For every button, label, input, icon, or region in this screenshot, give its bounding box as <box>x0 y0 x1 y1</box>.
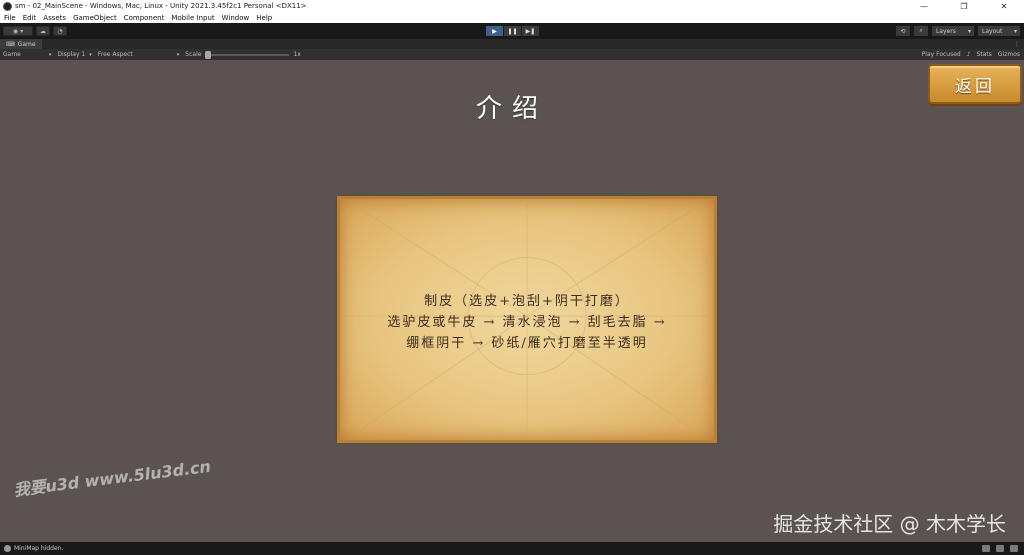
parchment-line: 制皮（选皮+泡刮+阴干打磨） <box>424 294 630 309</box>
status-bar: MiniMap hidden. <box>0 542 1024 555</box>
aspect-dropdown[interactable]: Free Aspect ▾ <box>95 49 183 60</box>
display-label: Display 1 <box>57 51 86 58</box>
scale-slider-knob[interactable] <box>205 50 212 59</box>
restore-button[interactable]: ❐ <box>944 0 984 12</box>
mute-audio-icon[interactable]: ♪ <box>967 51 971 58</box>
game-view-right-controls: Play Focused ♪ Stats Gizmos <box>916 51 1020 58</box>
progress-icon[interactable] <box>996 545 1004 552</box>
history-icon[interactable]: ⟲ <box>896 26 910 36</box>
parchment-line: 绷框阴干 → 砂纸/雁穴打磨至半透明 <box>406 336 648 351</box>
chevron-down-icon: ▾ <box>1013 27 1017 35</box>
info-icon <box>4 545 11 552</box>
search-icon[interactable]: ⌕ <box>914 26 928 36</box>
scale-value: 1x <box>293 51 301 58</box>
minimize-button[interactable]: — <box>904 0 944 12</box>
watermark-left: 我要u3d www.5lu3d.cn <box>12 456 212 500</box>
stats-toggle[interactable]: Stats <box>977 51 992 58</box>
main-toolbar: ◉ ▾ ☁ ◔ ▶ ❚❚ ▶❚ ⟲ ⌕ Layers ▾ Layout ▾ <box>0 23 1024 39</box>
scale-label: Scale <box>185 51 202 58</box>
chevron-down-icon: ▾ <box>48 51 52 58</box>
play-focused-dropdown[interactable]: Play Focused <box>922 51 961 58</box>
notifications-icon[interactable] <box>1010 545 1018 552</box>
menu-bar: File Edit Assets GameObject Component Mo… <box>0 12 1024 23</box>
play-controls: ▶ ❚❚ ▶❚ <box>486 26 540 36</box>
aspect-label: Free Aspect <box>97 51 133 58</box>
layout-dropdown[interactable]: Layout ▾ <box>978 26 1020 36</box>
parchment-text: 制皮（选皮+泡刮+阴干打磨） 选驴皮或牛皮 → 清水浸泡 → 刮毛去脂 → 绷框… <box>340 291 714 354</box>
scale-slider[interactable] <box>205 50 290 59</box>
account-button[interactable]: ◉ ▾ <box>3 26 33 36</box>
display-dropdown[interactable]: Display 1 ▾ <box>54 49 94 60</box>
menu-component[interactable]: Component <box>124 14 165 22</box>
menu-assets[interactable]: Assets <box>43 14 66 22</box>
menu-help[interactable]: Help <box>256 14 272 22</box>
step-button[interactable]: ▶❚ <box>522 26 539 36</box>
play-button[interactable]: ▶ <box>486 26 503 36</box>
collab-icon[interactable]: ◔ <box>53 26 67 36</box>
window-title: sm - 02_MainScene - Windows, Mac, Linux … <box>15 2 307 10</box>
watermark-right: 掘金技术社区 @ 木木学长 <box>773 512 1006 536</box>
chevron-down-icon: ▾ <box>967 27 971 35</box>
menu-window[interactable]: Window <box>222 14 250 22</box>
status-icons <box>976 545 1018 552</box>
console-icon[interactable] <box>982 545 990 552</box>
tab-bar: ⌨ Game ⋮ <box>0 39 1024 49</box>
layers-label: Layers <box>936 27 956 35</box>
game-view-controls: Game ▾ Display 1 ▾ Free Aspect ▾ Scale 1x P… <box>0 49 1024 60</box>
layers-dropdown[interactable]: Layers ▾ <box>932 26 974 36</box>
menu-gameobject[interactable]: GameObject <box>73 14 117 22</box>
game-mode-label: Game <box>3 51 21 58</box>
unity-logo-icon <box>3 1 12 11</box>
gizmos-toggle[interactable]: Gizmos <box>998 51 1020 58</box>
more-options-icon[interactable]: ⋮ <box>1014 41 1020 48</box>
close-button[interactable]: ✕ <box>984 0 1024 12</box>
parchment-line: 选驴皮或牛皮 → 清水浸泡 → 刮毛去脂 → <box>387 315 667 330</box>
toolbar-right: ⟲ ⌕ Layers ▾ Layout ▾ <box>892 26 1020 36</box>
title-bar: sm - 02_MainScene - Windows, Mac, Linux … <box>0 0 1024 12</box>
cloud-icon[interactable]: ☁ <box>36 26 50 36</box>
scale-control: Scale 1x <box>182 49 304 60</box>
unity-editor-window: sm - 02_MainScene - Windows, Mac, Linux … <box>0 0 1024 555</box>
tab-game[interactable]: ⌨ Game <box>0 39 42 49</box>
scene-title: 介绍 <box>475 94 548 124</box>
tab-game-label: Game <box>17 40 36 48</box>
chevron-down-icon: ▾ <box>176 51 180 58</box>
chevron-down-icon: ▾ <box>89 51 92 58</box>
menu-mobile-input[interactable]: Mobile Input <box>171 14 214 22</box>
parchment-panel: 制皮（选皮+泡刮+阴干打磨） 选驴皮或牛皮 → 清水浸泡 → 刮毛去脂 → 绷框… <box>337 196 717 443</box>
back-button[interactable]: 返回 <box>928 64 1022 104</box>
layout-label: Layout <box>982 27 1003 35</box>
pause-button[interactable]: ❚❚ <box>504 26 521 36</box>
menu-file[interactable]: File <box>4 14 16 22</box>
game-viewport: 介绍 返回 制皮（选皮+泡刮+阴干打磨） 选驴皮或牛皮 → 清水浸泡 → 刮毛去… <box>0 60 1024 542</box>
gamepad-icon: ⌨ <box>6 40 15 48</box>
status-message: MiniMap hidden. <box>14 545 64 552</box>
game-mode-dropdown[interactable]: Game ▾ <box>0 49 54 60</box>
menu-edit[interactable]: Edit <box>23 14 37 22</box>
